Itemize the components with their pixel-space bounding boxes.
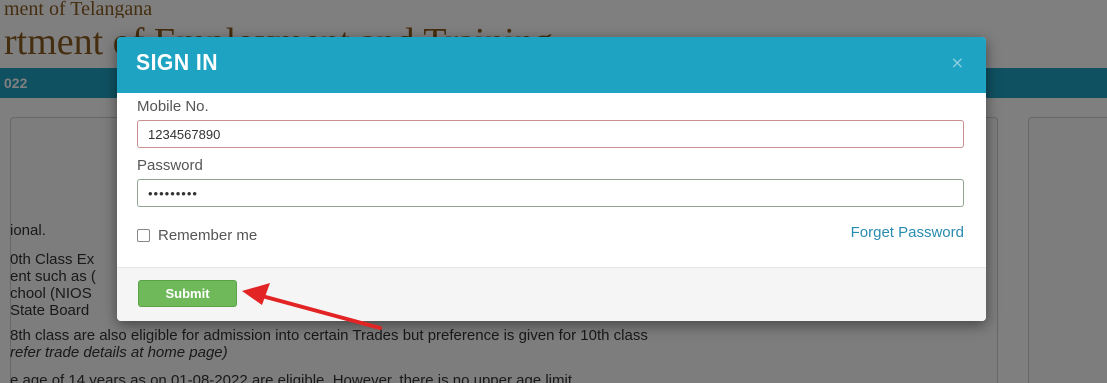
close-icon[interactable]: × [951, 53, 964, 73]
password-label: Password [137, 157, 203, 174]
modal-header: SIGN IN × [117, 37, 986, 93]
remember-me-row: Remember me [137, 225, 257, 245]
submit-button[interactable]: Submit [138, 280, 237, 307]
modal-footer: Submit [117, 267, 986, 321]
remember-me-label[interactable]: Remember me [158, 227, 257, 244]
checkbox-icon[interactable] [137, 228, 150, 242]
password-field[interactable] [137, 179, 964, 207]
mobile-field[interactable] [137, 120, 964, 148]
forget-password-link[interactable]: Forget Password [851, 224, 964, 241]
mobile-label: Mobile No. [137, 98, 209, 115]
modal-title: SIGN IN [136, 49, 218, 75]
sign-in-modal: SIGN IN × Mobile No. Password Remember m… [117, 37, 986, 321]
